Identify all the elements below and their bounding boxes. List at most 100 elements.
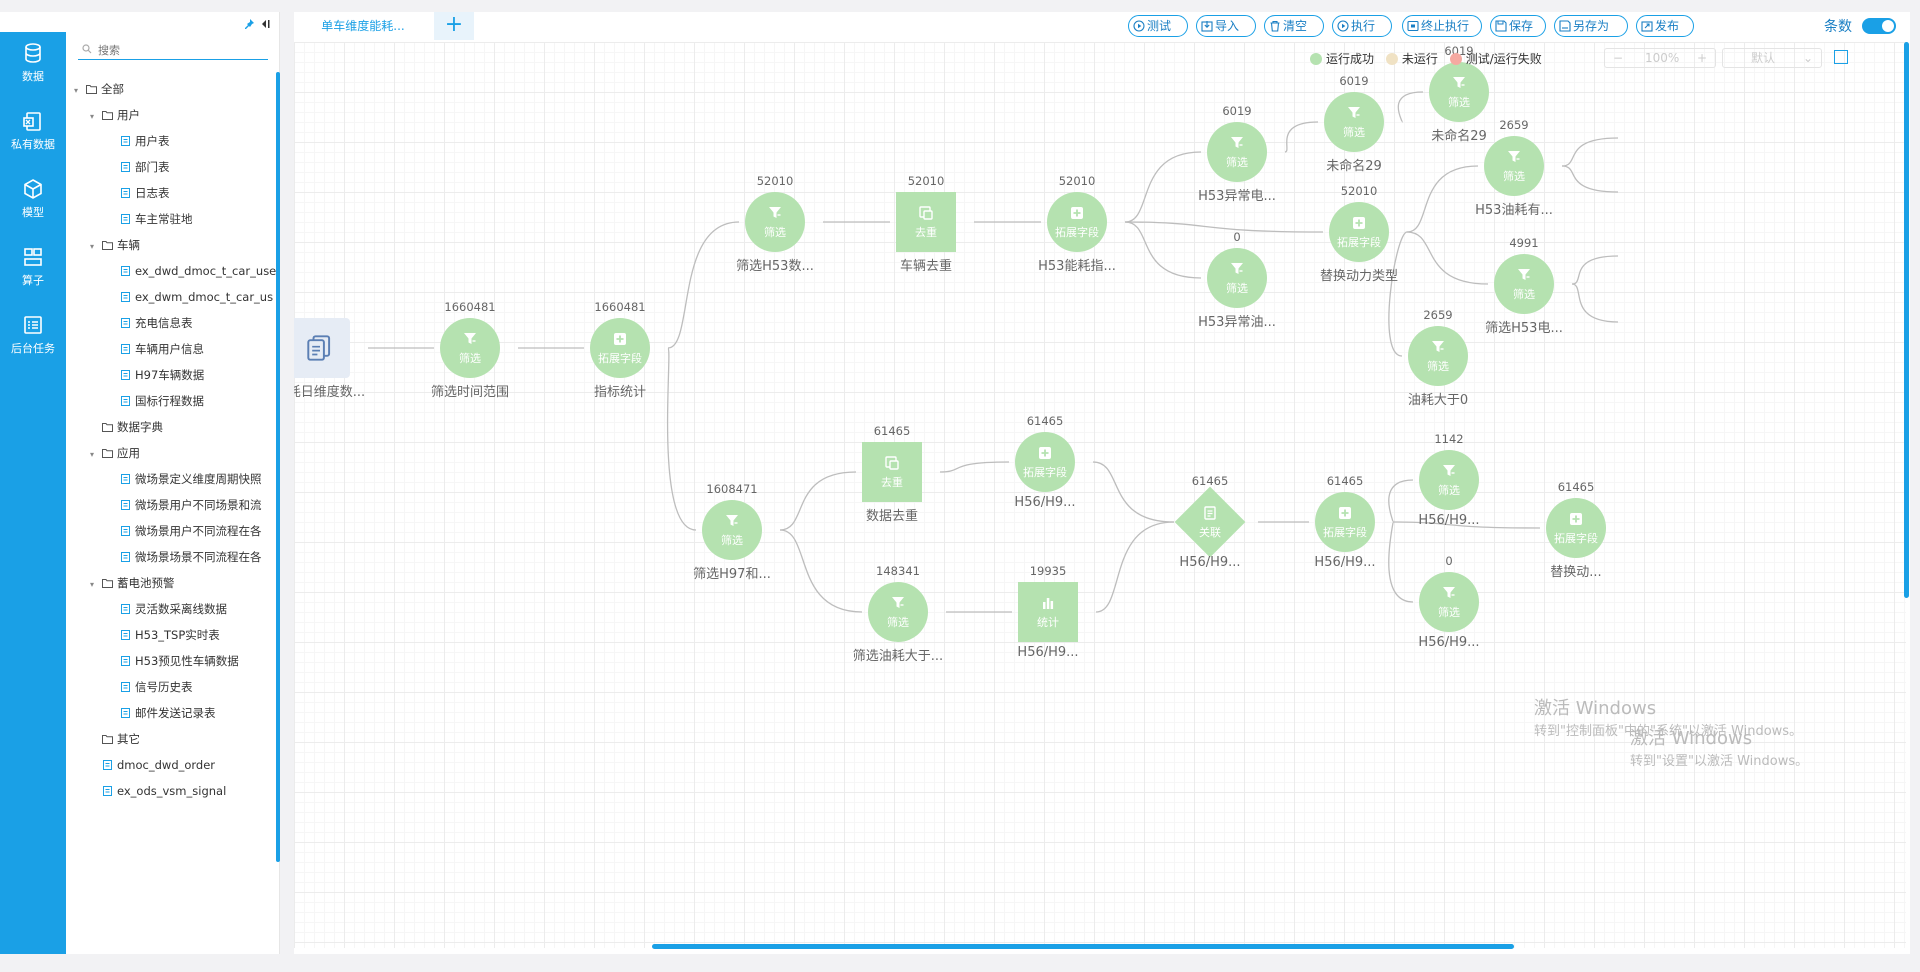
tree-table-item[interactable]: 用户表 <box>108 130 170 152</box>
node-shape[interactable] <box>702 500 762 560</box>
tree-table-item[interactable]: ex_ods_vsm_signal <box>90 780 226 802</box>
rail-item-private-data[interactable]: 私有数据 <box>0 100 66 166</box>
tree-table-item[interactable]: 灵活数采离线数据 <box>108 598 227 620</box>
tree-folder[interactable]: 数据字典 <box>90 416 163 438</box>
folder-icon <box>86 85 97 94</box>
caret-down-icon[interactable]: ▾ <box>74 80 86 102</box>
document-join-icon <box>1204 506 1216 520</box>
node-name-label: H56/H9... <box>1014 495 1076 510</box>
tree-folder[interactable]: ▾ 用户 <box>90 104 140 126</box>
tree-table-item[interactable]: 邮件发送记录表 <box>108 702 216 724</box>
node-shape[interactable] <box>1484 136 1544 196</box>
tree-table-item[interactable]: 微场景场景不同流程在各 <box>108 546 262 568</box>
rail-item-operator[interactable]: 算子 <box>0 236 66 302</box>
tree-search[interactable] <box>78 40 268 60</box>
tree-table-item[interactable]: ex_dwd_dmoc_t_car_use <box>108 260 276 282</box>
tree-table-item[interactable]: 国标行程数据 <box>108 390 204 412</box>
zoom-in-button[interactable]: + <box>1697 51 1707 65</box>
flow-edge <box>666 347 697 531</box>
node-name-label: H56/H9... <box>1418 513 1480 528</box>
node-shape[interactable] <box>1419 572 1479 632</box>
collapse-panel-icon[interactable] <box>259 18 271 30</box>
search-input[interactable] <box>98 40 258 60</box>
toolbar-button-7[interactable]: 发布 <box>1636 15 1694 37</box>
tree-table-item[interactable]: 信号历史表 <box>108 676 193 698</box>
tree-folder[interactable]: 其它 <box>90 728 140 750</box>
node-shape[interactable] <box>1018 582 1078 642</box>
node-shape[interactable] <box>745 192 805 252</box>
rail-item-data[interactable]: 数据 <box>0 32 66 98</box>
node-shape[interactable] <box>1015 432 1075 492</box>
node-shape[interactable] <box>1329 202 1389 262</box>
node-shape[interactable] <box>1207 248 1267 308</box>
tree-table-item[interactable]: 充电信息表 <box>108 312 193 334</box>
toolbar-button-1[interactable]: 导入 <box>1196 15 1256 37</box>
node-row-count: 0 <box>1445 554 1453 568</box>
node-row-count: 1660481 <box>594 300 646 314</box>
tree-folder[interactable]: ▾ 全部 <box>74 78 124 100</box>
rail-item-tasks[interactable]: 后台任务 <box>0 304 66 370</box>
rail-item-model[interactable]: 模型 <box>0 168 66 234</box>
tree-table-item[interactable]: 部门表 <box>108 156 170 178</box>
rail-label: 后台任务 <box>11 342 55 355</box>
node-shape[interactable] <box>1207 122 1267 182</box>
rail-label: 算子 <box>22 274 44 287</box>
caret-down-icon[interactable]: ▾ <box>90 236 102 258</box>
tree-table-item[interactable]: H53预见性车辆数据 <box>108 650 239 672</box>
caret-down-icon[interactable]: ▾ <box>90 574 102 596</box>
tree-folder[interactable]: ▾ 蓄电池预警 <box>90 572 175 594</box>
zoom-out-button[interactable]: − <box>1613 51 1623 65</box>
tree-table-item[interactable]: 微场景用户不同场景和流 <box>108 494 262 516</box>
plus-box-icon <box>1570 513 1582 525</box>
toolbar-button-3[interactable]: 执行 <box>1332 15 1392 37</box>
flow-canvas[interactable]: 能耗日维度数...1660481筛选筛选时间范围1660481拓展字段指标统计5… <box>294 42 1906 948</box>
node-shape[interactable] <box>1419 450 1479 510</box>
layout-select[interactable]: 默认 ⌄ <box>1722 48 1822 68</box>
node-shape[interactable] <box>1494 254 1554 314</box>
node-shape[interactable] <box>1408 326 1468 386</box>
tree-table-item[interactable]: 微场景用户不同流程在各 <box>108 520 262 542</box>
tree-table-item[interactable]: ex_dwm_dmoc_t_car_us <box>108 286 273 308</box>
tree-scrollbar[interactable] <box>276 72 280 862</box>
tree-item-label: 全部 <box>101 82 124 96</box>
tree-table-item[interactable]: H97车辆数据 <box>108 364 204 386</box>
tab-flow[interactable]: 单车维度能耗... <box>294 12 432 40</box>
tree-table-item[interactable]: H53_TSP实时表 <box>108 624 220 646</box>
toolbar-button-label: 清空 <box>1283 19 1308 33</box>
private-data-icon <box>23 112 41 131</box>
tree-table-item[interactable]: 车辆用户信息 <box>108 338 204 360</box>
toolbar-button-2[interactable]: 清空 <box>1264 15 1324 37</box>
node-shape[interactable] <box>862 442 922 502</box>
fullscreen-icon[interactable] <box>1834 50 1848 64</box>
node-shape[interactable] <box>590 318 650 378</box>
tree-folder[interactable]: ▾ 应用 <box>90 442 140 464</box>
toolbar-button-4[interactable]: 终止执行 <box>1402 15 1482 37</box>
add-tab-button[interactable]: + <box>434 12 474 40</box>
node-shape[interactable] <box>868 582 928 642</box>
tree-folder[interactable]: ▾ 车辆 <box>90 234 140 256</box>
pin-icon[interactable] <box>243 18 255 30</box>
toolbar-button-0[interactable]: 测试 <box>1128 15 1188 37</box>
horizontal-scrollbar[interactable] <box>652 944 1514 949</box>
node-shape[interactable] <box>1429 62 1489 122</box>
caret-down-icon[interactable]: ▾ <box>90 106 102 128</box>
tree-table-item[interactable]: dmoc_dwd_order <box>90 754 215 776</box>
node-shape[interactable] <box>1047 192 1107 252</box>
tree-table-item[interactable]: 车主常驻地 <box>108 208 193 230</box>
node-shape[interactable] <box>1324 92 1384 152</box>
node-shape[interactable] <box>1546 498 1606 558</box>
toolbar-button-label: 执行 <box>1351 19 1376 33</box>
tree-table-item[interactable]: 微场景定义维度周期快照 <box>108 468 262 490</box>
node-shape[interactable] <box>440 318 500 378</box>
count-toggle[interactable] <box>1862 18 1896 34</box>
filter-funnel-icon <box>892 597 904 608</box>
caret-down-icon[interactable]: ▾ <box>90 444 102 466</box>
tree-table-item[interactable]: 日志表 <box>108 182 170 204</box>
legend-label: 未运行 <box>1401 52 1438 66</box>
node-shape[interactable] <box>1315 492 1375 552</box>
table-icon <box>121 318 130 328</box>
toolbar-button-6[interactable]: 另存为 <box>1554 15 1628 37</box>
toolbar-button-5[interactable]: 保存 <box>1490 15 1546 37</box>
vertical-scrollbar[interactable] <box>1904 42 1909 598</box>
node-shape[interactable] <box>896 192 956 252</box>
